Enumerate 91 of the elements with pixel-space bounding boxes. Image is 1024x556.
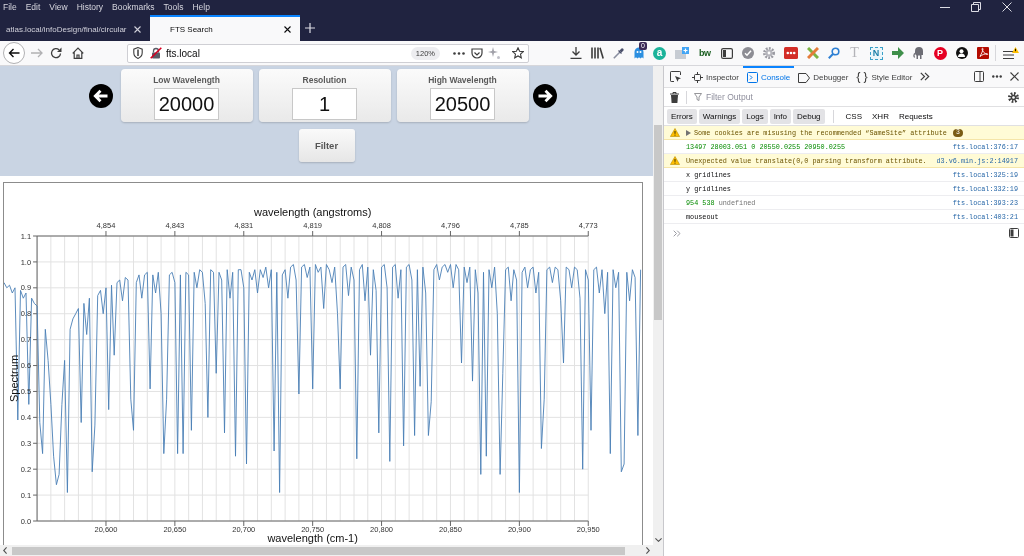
- devtools-tab[interactable]: Style Editor: [852, 66, 917, 87]
- menu-item[interactable]: Edit: [25, 1, 41, 13]
- menu-item[interactable]: Help: [192, 1, 210, 13]
- settings-icon[interactable]: [1008, 91, 1019, 103]
- expand-arrow-icon[interactable]: [686, 129, 691, 136]
- browser-tab[interactable]: atlas.local/infoDesign/final/circular: [0, 15, 150, 41]
- axis-title: Spectrum: [8, 354, 20, 403]
- crossed-lock-icon[interactable]: [150, 47, 162, 59]
- devtools-tab[interactable]: Inspector: [688, 66, 743, 87]
- close-icon[interactable]: [284, 25, 291, 33]
- menu-item[interactable]: Tools: [163, 1, 184, 13]
- field-label: Low Wavelength: [153, 75, 220, 85]
- arrow-right-icon[interactable]: [532, 83, 557, 108]
- field-label: Resolution: [302, 75, 347, 85]
- cross-icon[interactable]: [806, 47, 819, 59]
- chip-icon: [692, 72, 703, 83]
- braces-icon: [856, 72, 869, 83]
- scroll-right-icon[interactable]: [646, 547, 650, 554]
- filter-toggle[interactable]: Warnings: [698, 108, 741, 124]
- reload-icon[interactable]: [50, 47, 62, 59]
- value-field[interactable]: 20500: [430, 88, 495, 120]
- double-chevron-icon[interactable]: [920, 72, 931, 81]
- shield-icon[interactable]: [133, 47, 143, 59]
- warning-icon: [670, 128, 680, 137]
- funnel-icon: [694, 93, 702, 101]
- search-icon[interactable]: [827, 47, 840, 59]
- browser-tab[interactable]: FTS Search: [150, 15, 300, 41]
- extension-button[interactable]: P: [933, 46, 947, 60]
- filter-button[interactable]: Filter: [298, 129, 355, 162]
- person-circle-icon[interactable]: [955, 47, 968, 59]
- dock-icon[interactable]: [974, 71, 984, 82]
- devtools-tab[interactable]: Console: [742, 66, 795, 87]
- more-icon[interactable]: [992, 75, 1002, 78]
- horizontal-scrollbar[interactable]: [0, 545, 653, 556]
- menu-item[interactable]: History: [76, 1, 104, 13]
- more-icon[interactable]: [453, 51, 465, 55]
- tag-icon: [798, 72, 811, 83]
- filter-toggle[interactable]: Requests: [894, 108, 937, 124]
- image-plus-icon[interactable]: [675, 47, 689, 59]
- filter-input[interactable]: Filter Output: [706, 90, 1008, 104]
- scrollbar-thumb[interactable]: [12, 546, 625, 555]
- filter-toggle[interactable]: Errors: [667, 108, 697, 124]
- element-picker-icon[interactable]: [670, 71, 681, 82]
- menu-item[interactable]: View: [49, 1, 68, 13]
- library-icon[interactable]: [591, 47, 604, 59]
- arrow-left-icon[interactable]: [88, 83, 113, 108]
- arrow-icon[interactable]: [891, 47, 904, 59]
- document-icon[interactable]: [976, 47, 989, 59]
- eyedropper-icon[interactable]: [613, 47, 625, 59]
- back-icon[interactable]: [3, 42, 25, 64]
- filter-toggle[interactable]: Debug: [793, 108, 825, 124]
- dots-tile-icon[interactable]: [783, 47, 798, 59]
- warning-icon: [670, 156, 680, 165]
- ghost-icon[interactable]: [634, 47, 644, 59]
- menu-icon[interactable]: [1003, 46, 1019, 60]
- close-icon[interactable]: [1010, 72, 1019, 81]
- axis-title: wavelength (cm-1): [267, 532, 358, 544]
- filter-toggle[interactable]: XHR: [868, 108, 893, 124]
- prompt-chevron-icon: [673, 229, 681, 237]
- gear-icon[interactable]: [762, 47, 775, 59]
- filter-toggle[interactable]: Info: [769, 108, 791, 124]
- minimize-icon[interactable]: [940, 6, 950, 8]
- url-text[interactable]: fts.local: [166, 47, 200, 59]
- menu-item[interactable]: File: [3, 1, 17, 13]
- restore-icon[interactable]: [971, 2, 981, 12]
- devtools-tab[interactable]: Debugger: [794, 66, 853, 87]
- vertical-scrollbar[interactable]: [653, 66, 663, 556]
- sidebar-toggle-icon[interactable]: [1009, 228, 1019, 238]
- field-label: High Wavelength: [428, 75, 497, 85]
- filter-toggle[interactable]: CSS: [841, 108, 866, 124]
- scroll-down-icon[interactable]: [654, 538, 662, 542]
- value-field[interactable]: 1: [292, 88, 357, 120]
- scroll-left-icon[interactable]: [3, 547, 7, 554]
- filter-toggle[interactable]: Logs: [742, 108, 768, 124]
- trash-icon[interactable]: [670, 91, 679, 103]
- axis-title: wavelength (angstroms): [253, 206, 372, 218]
- prompt-box-icon: [746, 72, 758, 83]
- extension-button[interactable]: N: [869, 46, 883, 60]
- animal-icon[interactable]: [912, 47, 925, 59]
- plus-icon[interactable]: [305, 23, 315, 33]
- extension-button[interactable]: bw: [698, 46, 712, 60]
- scrollbar-thumb[interactable]: [654, 125, 662, 320]
- sidebar-icon[interactable]: [720, 47, 733, 59]
- value-field[interactable]: 20000: [154, 88, 219, 120]
- chevron-shield-icon[interactable]: [471, 47, 483, 59]
- menu-item[interactable]: Bookmarks: [112, 1, 155, 13]
- star-icon[interactable]: [512, 47, 524, 59]
- sparkle-icon[interactable]: [488, 47, 500, 59]
- download-icon[interactable]: [570, 47, 582, 59]
- home-icon[interactable]: [72, 47, 84, 59]
- check-circle-icon[interactable]: [741, 47, 754, 59]
